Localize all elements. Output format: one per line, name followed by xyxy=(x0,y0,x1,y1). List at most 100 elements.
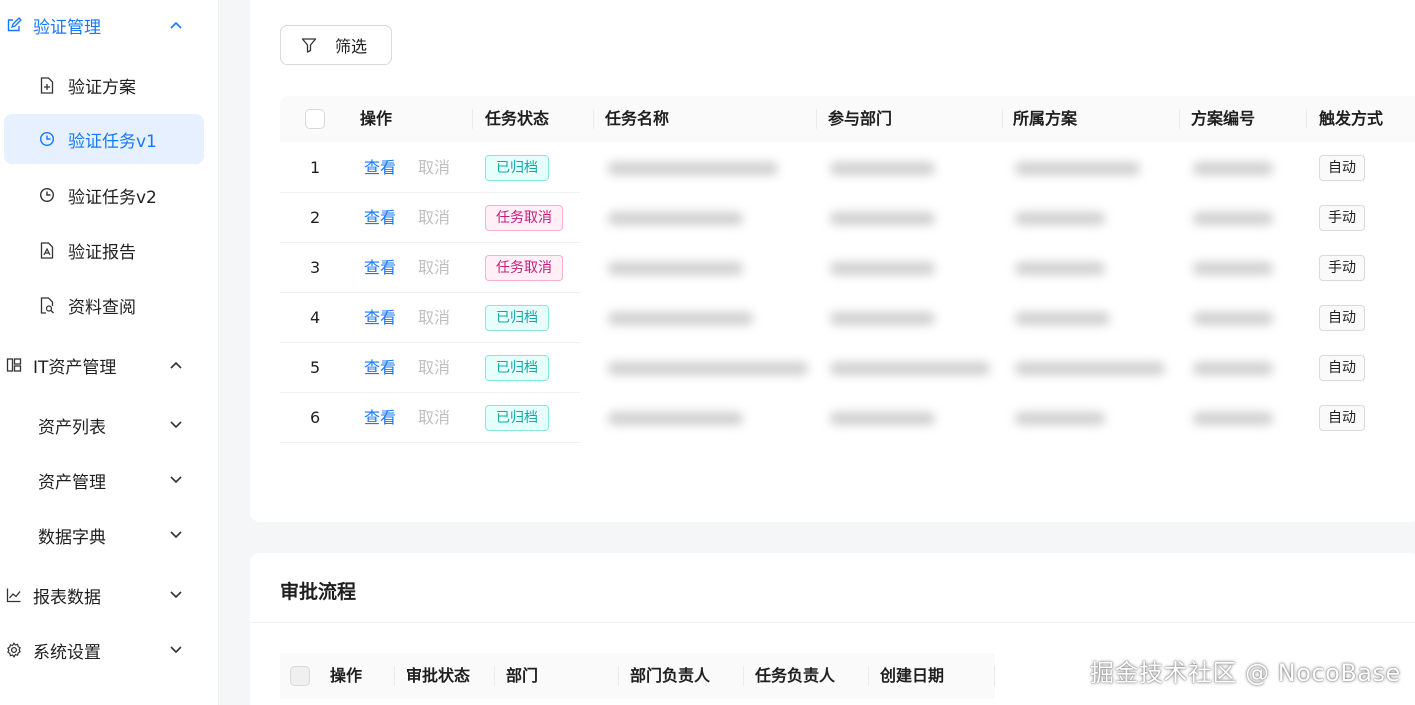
clock-circle-icon xyxy=(38,186,56,204)
column-divider xyxy=(472,109,473,129)
column-header: 部门 xyxy=(506,666,539,685)
column-divider xyxy=(1002,109,1003,129)
redacted-plan-number xyxy=(1193,262,1273,275)
redacted-plan xyxy=(1015,312,1110,325)
sidebar-item-label: 资料查阅 xyxy=(68,297,136,318)
menu-group-verify-management[interactable]: 验证管理 xyxy=(0,0,219,50)
status-badge: 已归档 xyxy=(485,155,549,181)
redacted-task-name xyxy=(608,212,743,225)
filter-button-label: 筛选 xyxy=(335,37,368,56)
redacted-plan-number xyxy=(1193,212,1273,225)
apps-icon xyxy=(5,356,23,374)
sidebar-item-verify-task-v1[interactable]: 验证任务v1 xyxy=(4,114,204,164)
row-divider xyxy=(280,442,580,443)
trigger-badge: 自动 xyxy=(1319,355,1365,381)
cancel-link[interactable]: 取消 xyxy=(418,293,450,343)
redacted-task-name xyxy=(608,362,808,375)
row-index: 4 xyxy=(310,308,321,327)
redacted-task-name xyxy=(608,162,778,175)
row-index: 1 xyxy=(310,158,321,177)
menu-group-label: 系统设置 xyxy=(33,642,101,663)
task-table-card: 筛选 操作 任务状态 任务名称 参与部门 所属方案 方案编号 触发方式 1 查看… xyxy=(250,0,1415,522)
column-divider xyxy=(994,666,995,686)
row-index: 2 xyxy=(310,208,321,227)
view-link[interactable]: 查看 xyxy=(364,343,396,393)
sidebar-item-document-lookup[interactable]: 资料查阅 xyxy=(0,280,219,330)
redacted-department xyxy=(830,262,935,275)
clock-circle-icon xyxy=(38,130,56,148)
trigger-badge: 自动 xyxy=(1319,305,1365,331)
file-pdf-icon xyxy=(38,241,56,259)
column-header: 部门负责人 xyxy=(630,666,711,685)
column-divider xyxy=(1306,109,1307,129)
redacted-plan xyxy=(1015,262,1105,275)
cancel-link[interactable]: 取消 xyxy=(418,243,450,293)
trigger-badge: 手动 xyxy=(1319,255,1365,281)
chevron-down-icon xyxy=(169,643,183,657)
cancel-link[interactable]: 取消 xyxy=(418,143,450,193)
redacted-department xyxy=(830,412,935,425)
row-index: 3 xyxy=(310,258,321,277)
status-badge: 任务取消 xyxy=(485,255,563,281)
chevron-up-icon xyxy=(169,18,183,32)
sidebar-item-label: 验证方案 xyxy=(68,77,136,98)
setting-icon xyxy=(5,641,23,659)
cancel-link[interactable]: 取消 xyxy=(418,343,450,393)
column-header: 创建日期 xyxy=(880,666,945,685)
table-row: 4 查看 取消 已归档 自动 xyxy=(280,293,1415,343)
redacted-plan-number xyxy=(1193,362,1273,375)
column-header: 任务状态 xyxy=(485,109,550,128)
redacted-department xyxy=(830,362,990,375)
select-all-checkbox[interactable] xyxy=(305,109,325,129)
redacted-department xyxy=(830,162,935,175)
sidebar-item-asset-management[interactable]: 资产管理 xyxy=(0,455,219,505)
menu-group-report-data[interactable]: 报表数据 xyxy=(0,570,219,620)
column-divider xyxy=(1179,109,1180,129)
column-header: 操作 xyxy=(330,666,363,685)
column-header: 参与部门 xyxy=(828,109,893,128)
card-divider xyxy=(250,622,1415,623)
column-divider xyxy=(743,666,744,686)
sidebar-item-verify-plan[interactable]: 验证方案 xyxy=(0,60,219,110)
filter-icon xyxy=(301,37,317,53)
menu-group-system-settings[interactable]: 系统设置 xyxy=(0,625,219,675)
cancel-link[interactable]: 取消 xyxy=(418,193,450,243)
trigger-badge: 手动 xyxy=(1319,205,1365,231)
menu-group-it-asset-management[interactable]: IT资产管理 xyxy=(0,340,219,390)
view-link[interactable]: 查看 xyxy=(364,393,396,443)
menu-group-label: 报表数据 xyxy=(33,587,101,608)
status-badge: 已归档 xyxy=(485,305,549,331)
sidebar-item-label: 数据字典 xyxy=(38,527,106,548)
select-all-checkbox[interactable] xyxy=(290,666,310,686)
view-link[interactable]: 查看 xyxy=(364,143,396,193)
redacted-task-name xyxy=(608,312,753,325)
column-divider xyxy=(868,666,869,686)
column-header: 任务负责人 xyxy=(755,666,836,685)
table-row: 5 查看 取消 已归档 自动 xyxy=(280,343,1415,393)
cancel-link[interactable]: 取消 xyxy=(418,393,450,443)
view-link[interactable]: 查看 xyxy=(364,193,396,243)
sidebar-item-data-dictionary[interactable]: 数据字典 xyxy=(0,510,219,560)
status-badge: 任务取消 xyxy=(485,205,563,231)
sidebar-item-asset-list[interactable]: 资产列表 xyxy=(0,400,219,450)
filter-button[interactable]: 筛选 xyxy=(280,25,392,65)
sidebar-item-label: 资产列表 xyxy=(38,417,106,438)
column-header: 审批状态 xyxy=(406,666,471,685)
approval-flow-title: 审批流程 xyxy=(280,581,357,603)
sidebar-item-verify-report[interactable]: 验证报告 xyxy=(0,225,219,275)
view-link[interactable]: 查看 xyxy=(364,243,396,293)
chevron-down-icon xyxy=(169,588,183,602)
file-add-icon xyxy=(38,76,56,94)
sidebar: 验证管理 验证方案 验证任务v1 验证任务v2 验证报告 资料查阅 IT资产管理… xyxy=(0,0,219,705)
table-row: 3 查看 取消 任务取消 手动 xyxy=(280,243,1415,293)
redacted-task-name xyxy=(608,412,743,425)
column-divider xyxy=(494,666,495,686)
table-row: 1 查看 取消 已归档 自动 xyxy=(280,143,1415,193)
chevron-down-icon xyxy=(169,418,183,432)
redacted-plan xyxy=(1015,162,1140,175)
sidebar-item-verify-task-v2[interactable]: 验证任务v2 xyxy=(0,170,219,220)
status-badge: 已归档 xyxy=(485,405,549,431)
view-link[interactable]: 查看 xyxy=(364,293,396,343)
table-row: 6 查看 取消 已归档 自动 xyxy=(280,393,1415,443)
column-header: 方案编号 xyxy=(1191,109,1256,128)
